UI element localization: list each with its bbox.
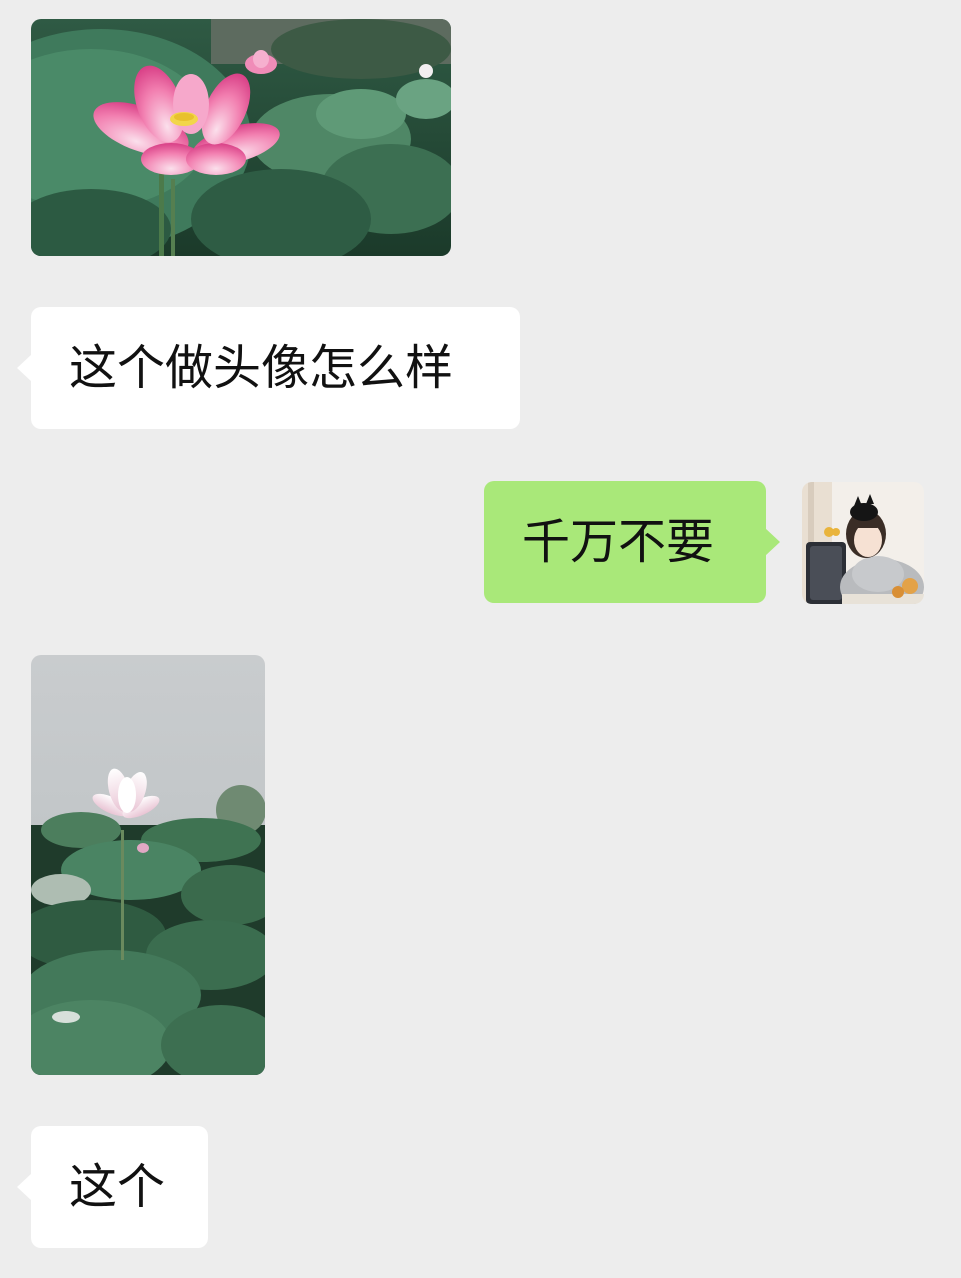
message-text: 这个 <box>69 1159 166 1215</box>
outgoing-message-bubble[interactable]: 千万不要 <box>484 481 780 603</box>
white-lotus-photo <box>31 655 265 1075</box>
image-message-white-lotus[interactable] <box>31 655 265 1075</box>
girl-with-cat-avatar <box>802 482 924 604</box>
image-message-pink-lotus[interactable] <box>31 19 451 256</box>
incoming-message-bubble[interactable]: 这个做头像怎么样 <box>17 307 520 429</box>
incoming-message-bubble[interactable]: 这个 <box>17 1126 208 1248</box>
user-avatar[interactable] <box>802 482 924 604</box>
message-text: 千万不要 <box>522 514 715 570</box>
chat-window[interactable]: 这个做头像怎么样 千万不要 这个 <box>0 0 961 1278</box>
message-text: 这个做头像怎么样 <box>69 340 454 396</box>
pink-lotus-photo <box>31 19 451 256</box>
